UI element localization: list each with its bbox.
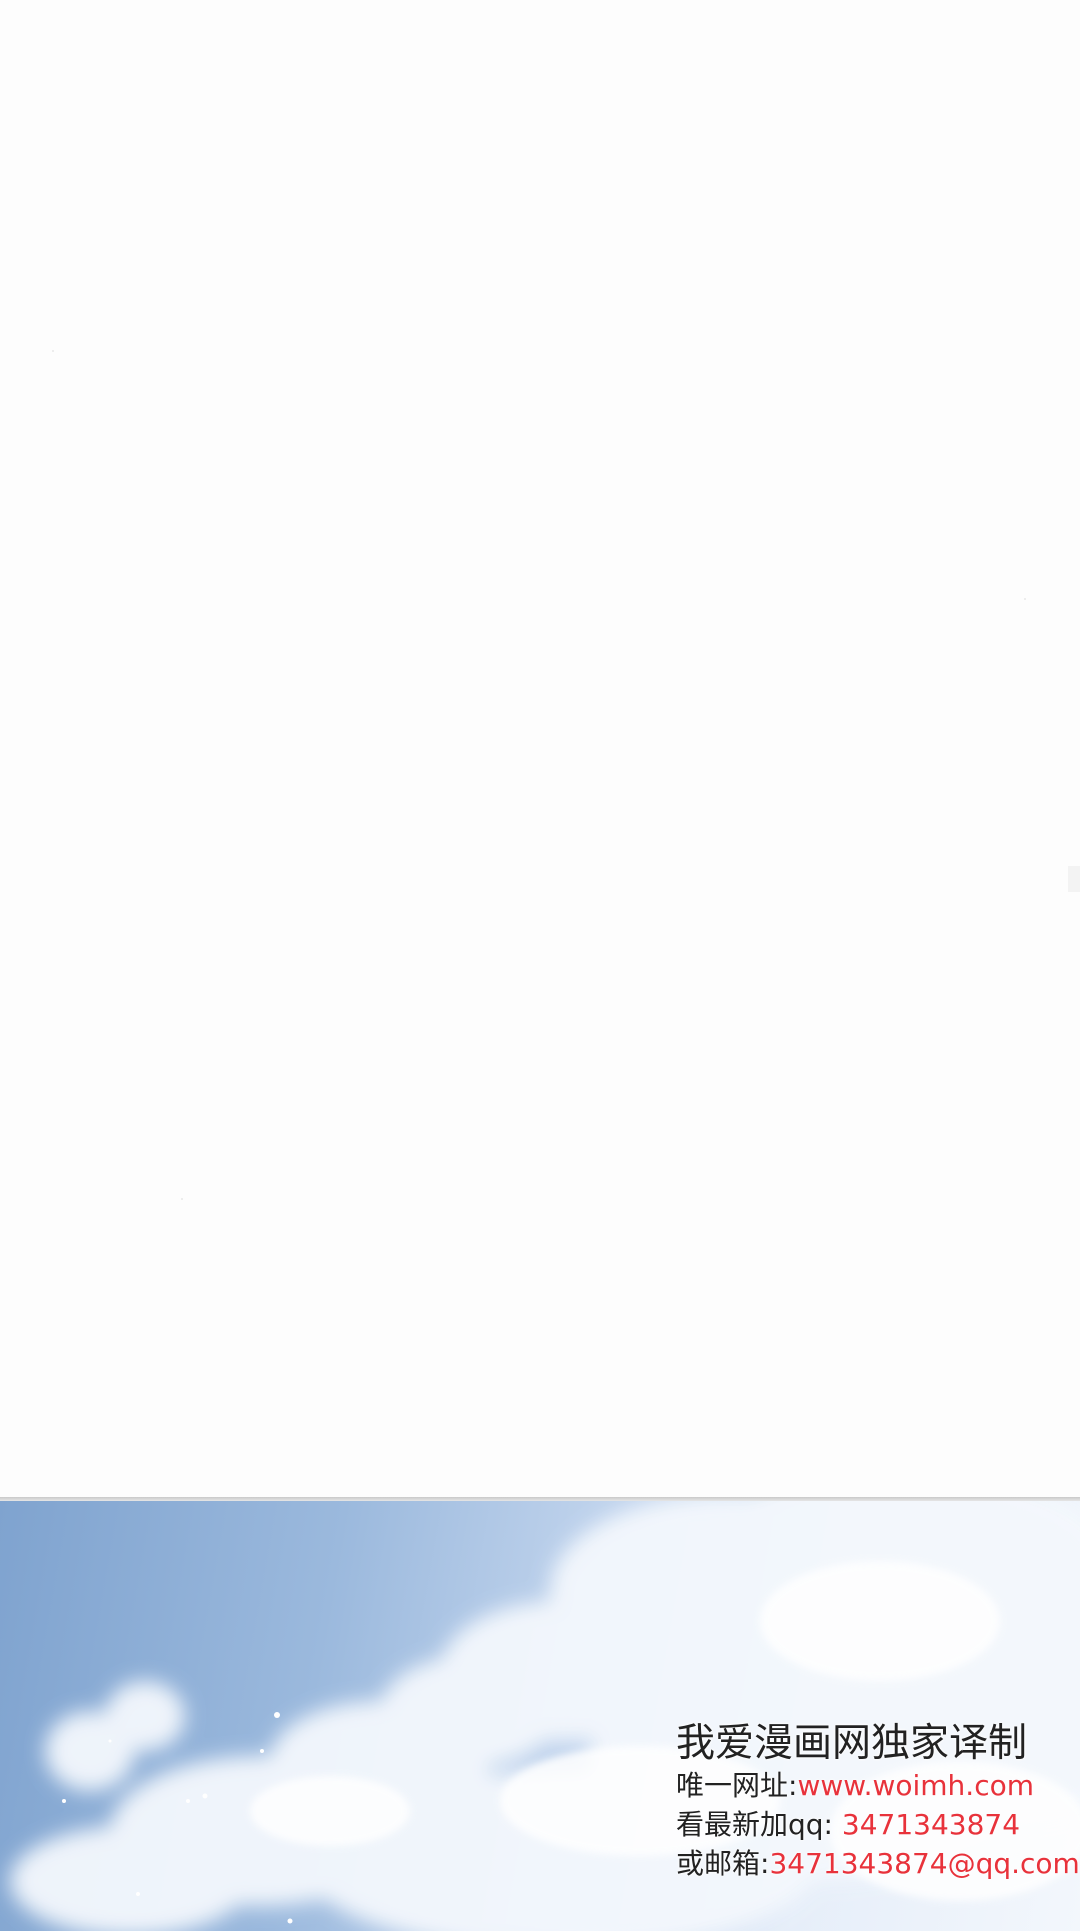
watermark-url-line: 唯一网址:www.woimh.com <box>676 1766 1080 1805</box>
comic-page: 我爱漫画网独家译制 唯一网址:www.woimh.com 看最新加qq: 347… <box>0 0 1080 1931</box>
watermark-title: 我爱漫画网独家译制 <box>676 1721 1028 1766</box>
blank-white-panel <box>0 0 1080 1498</box>
watermark-url-link[interactable]: www.woimh.com <box>797 1769 1034 1802</box>
translator-watermark: 我爱漫画网独家译制 唯一网址:www.woimh.com 看最新加qq: 347… <box>676 1722 1080 1883</box>
watermark-email-label: 或邮箱: <box>676 1847 770 1880</box>
watermark-email-line: 或邮箱:3471343874@qq.com <box>676 1844 1080 1883</box>
paper-speck <box>52 350 54 352</box>
paper-speck <box>1024 598 1026 600</box>
watermark-qq-line: 看最新加qq: 3471343874 <box>676 1805 1080 1844</box>
edge-mark <box>1068 866 1080 892</box>
watermark-url-label: 唯一网址: <box>676 1769 798 1802</box>
watermark-email-address[interactable]: 3471343874@qq.com <box>769 1847 1079 1880</box>
watermark-qq-label: 看最新加qq: <box>676 1808 842 1841</box>
paper-speck <box>181 1198 183 1200</box>
watermark-qq-number: 3471343874 <box>841 1808 1021 1841</box>
